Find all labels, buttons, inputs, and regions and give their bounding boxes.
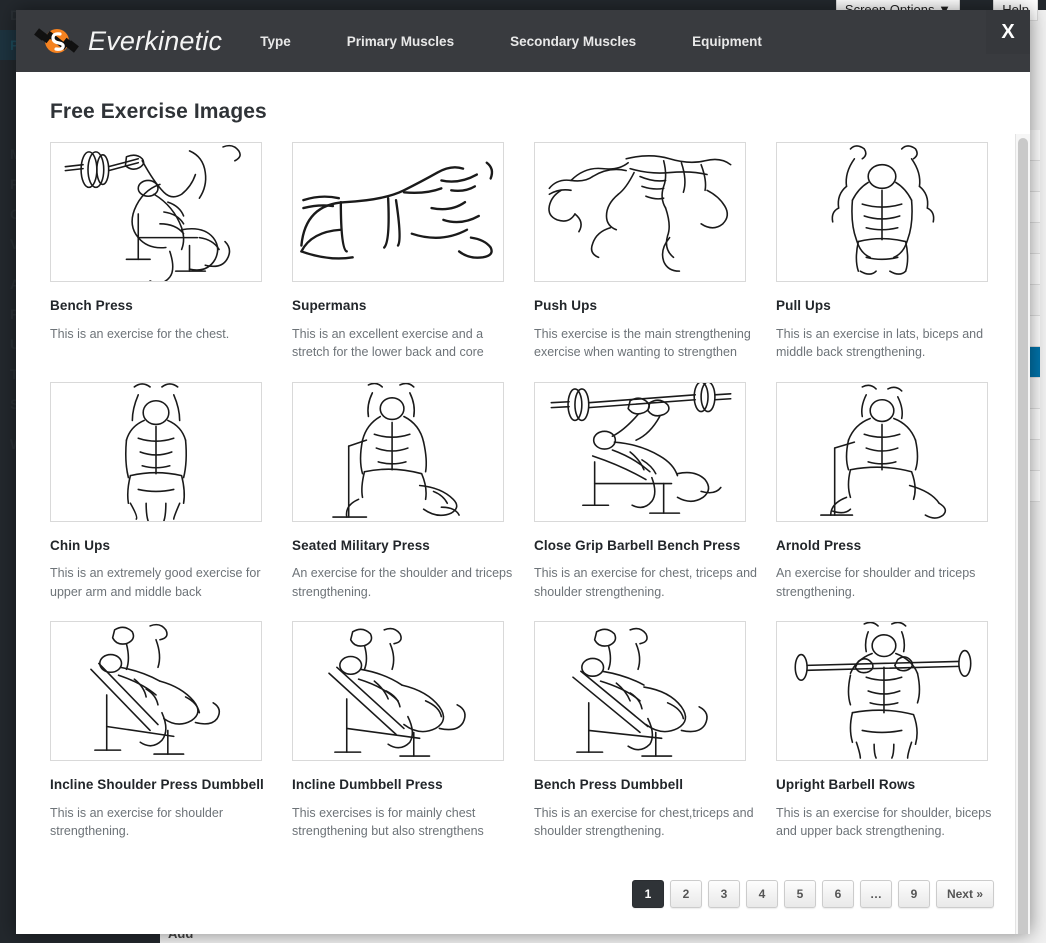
exercise-card[interactable]: Push Ups This exercise is the main stren… (534, 142, 759, 362)
supermans-illustration (292, 142, 504, 282)
exercise-title[interactable]: Upright Barbell Rows (776, 775, 1001, 795)
nav-item-secondary-muscles[interactable]: Secondary Muscles (510, 34, 636, 49)
modal-body: Free Exercise Images Bench Press This is… (16, 72, 1030, 934)
incline-dumbbell-press-illustration (292, 621, 504, 762)
exercise-description: This exercises is for mainly chest stren… (292, 805, 484, 839)
exercise-description: This is an extremely good exercise for u… (50, 566, 261, 599)
exercise-card[interactable]: Upright Barbell Rows This is an exercise… (776, 621, 1001, 841)
exercise-title[interactable]: Incline Shoulder Press Dumbbell (50, 775, 275, 795)
brand[interactable]: Everkinetic (34, 23, 222, 59)
exercise-description: This is an excellent exercise and a stre… (292, 326, 484, 360)
bench-press-dumbbell-illustration (534, 621, 746, 762)
exercise-description: This exercise is the main strengthening … (534, 326, 751, 360)
screen: Dashboard Posts All Posts Add New Catego… (0, 0, 1046, 943)
exercise-description: An exercise for shoulder and triceps str… (776, 566, 976, 599)
page-ellipsis: … (859, 880, 892, 908)
exercise-description: This is an exercise for chest, triceps a… (534, 566, 758, 599)
everkinetic-logo-icon (34, 23, 80, 59)
exercise-title[interactable]: Chin Ups (50, 536, 275, 556)
exercise-title[interactable]: Supermans (292, 296, 517, 316)
exercise-description: This is an exercise in lats, biceps and … (776, 326, 984, 360)
exercise-description: This is an exercise for shoulder strengt… (50, 805, 223, 839)
page-button-4[interactable]: 4 (745, 880, 778, 908)
exercise-description: This is an exercise for chest,triceps an… (534, 805, 754, 839)
exercise-card[interactable]: Seated Military Press An exercise for th… (292, 381, 517, 602)
nav-item-primary-muscles[interactable]: Primary Muscles (347, 34, 454, 49)
exercise-card[interactable]: Close Grip Barbell Bench Press This is a… (534, 381, 759, 602)
exercise-title[interactable]: Pull Ups (776, 296, 1001, 316)
exercise-description: An exercise for the shoulder and triceps… (292, 566, 513, 599)
arnold-press-illustration (776, 381, 988, 522)
nav-item-type[interactable]: Type (260, 34, 291, 49)
modal-header: Everkinetic Type Primary Muscles Seconda… (16, 10, 1030, 72)
close-grip-barbell-bench-press-illustration (534, 381, 746, 522)
bench-press-illustration (50, 142, 262, 282)
page-button-1[interactable]: 1 (631, 880, 664, 908)
exercise-card[interactable]: Arnold Press An exercise for shoulder an… (776, 381, 1001, 602)
brand-name: Everkinetic (88, 25, 223, 56)
exercise-card[interactable]: Chin Ups This is an extremely good exerc… (50, 381, 275, 602)
exercise-title[interactable]: Close Grip Barbell Bench Press (534, 536, 759, 556)
exercise-description: This is an exercise for the chest. (50, 326, 230, 341)
pagination: 1 2 3 4 5 6 … 9 Next » (626, 880, 994, 908)
page-button-3[interactable]: 3 (707, 880, 740, 908)
exercise-card[interactable]: Bench Press Dumbbell This is an exercise… (534, 621, 759, 841)
close-icon[interactable]: X (986, 10, 1030, 54)
exercise-title[interactable]: Seated Military Press (292, 536, 517, 556)
exercise-title[interactable]: Arnold Press (776, 536, 1001, 556)
exercise-description: This is an exercise for shoulder, biceps… (776, 805, 992, 839)
modal-nav: Type Primary Muscles Secondary Muscles E… (260, 34, 762, 49)
exercise-title[interactable]: Incline Dumbbell Press (292, 775, 517, 795)
page-button-9[interactable]: 9 (897, 880, 930, 908)
exercise-title[interactable]: Bench Press Dumbbell (534, 775, 759, 795)
exercise-title[interactable]: Push Ups (534, 296, 759, 316)
pull-ups-illustration (776, 142, 988, 282)
exercise-card[interactable]: Incline Shoulder Press Dumbbell This is … (50, 621, 275, 841)
exercise-picker-modal: Everkinetic Type Primary Muscles Seconda… (16, 10, 1030, 934)
exercise-grid: Bench Press This is an exercise for the … (50, 142, 1030, 841)
exercise-title[interactable]: Bench Press (50, 296, 275, 316)
next-page-button[interactable]: Next » (935, 880, 994, 908)
upright-barbell-rows-illustration (776, 621, 988, 762)
exercise-card[interactable]: Bench Press This is an exercise for the … (50, 142, 275, 362)
incline-shoulder-press-dumbbell-illustration (50, 621, 262, 762)
exercise-card[interactable]: Incline Dumbbell Press This exercises is… (292, 621, 517, 841)
scrollbar-thumb[interactable] (1018, 138, 1028, 934)
exercise-card[interactable]: Supermans This is an excellent exercise … (292, 142, 517, 362)
push-ups-illustration (534, 142, 746, 282)
page-button-6[interactable]: 6 (821, 880, 854, 908)
seated-military-press-illustration (292, 381, 504, 522)
exercise-card[interactable]: Pull Ups This is an exercise in lats, bi… (776, 142, 1001, 362)
page-title: Free Exercise Images (50, 100, 267, 123)
page-button-2[interactable]: 2 (669, 880, 702, 908)
page-button-5[interactable]: 5 (783, 880, 816, 908)
chin-ups-illustration (50, 381, 262, 522)
nav-item-equipment[interactable]: Equipment (692, 34, 762, 49)
modal-scrollbar[interactable] (1015, 134, 1030, 934)
